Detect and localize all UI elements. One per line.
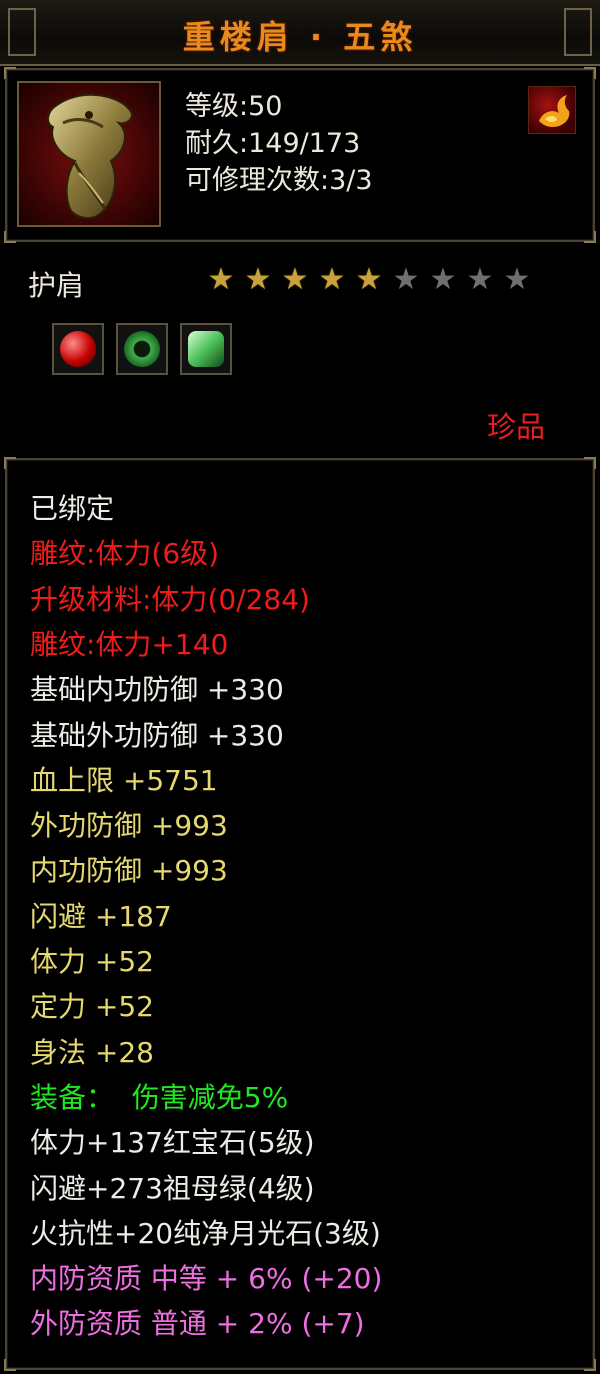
property-line: 闪避+273祖母绿(4级): [30, 1172, 315, 1205]
property-line: 身法 +28: [30, 1036, 154, 1069]
star-filled-icon: ★: [281, 262, 309, 297]
star-filled-icon: ★: [244, 262, 272, 297]
property-line: 基础内功防御 +330: [30, 673, 284, 706]
dragon-shoulder-armor-icon: [17, 81, 161, 227]
property-line: 雕纹:体力+140: [30, 628, 229, 661]
property-line: 闪避 +187: [30, 900, 172, 933]
property-line: 火抗性+20纯净月光石(3级): [30, 1217, 381, 1250]
property-line: 血上限 +5751: [30, 764, 218, 797]
property-line: 已绑定: [30, 492, 115, 525]
rarity-label: 珍品: [487, 410, 546, 444]
property-line: 体力+137红宝石(5级): [30, 1126, 315, 1159]
item-type-label: 护肩: [28, 269, 85, 302]
moonstone-gem-icon[interactable]: [180, 323, 232, 375]
flame-swirl-icon: [528, 86, 576, 134]
corner-ornament: [4, 231, 16, 243]
property-line: 内功防御 +993: [30, 854, 228, 887]
star-empty-icon: ★: [466, 262, 494, 297]
property-line: 体力 +52: [30, 945, 154, 978]
ruby-gem-icon[interactable]: [52, 323, 104, 375]
corner-ornament: [584, 457, 596, 469]
star-rating: ★ ★ ★ ★ ★ ★ ★ ★ ★: [203, 262, 535, 298]
property-line: 外功防御 +993: [30, 809, 228, 842]
corner-ornament: [584, 67, 596, 79]
corner-ornament: [584, 1359, 596, 1371]
star-empty-icon: ★: [503, 262, 531, 297]
property-line: 定力 +52: [30, 990, 154, 1023]
level-stat: 等级:50: [185, 91, 283, 122]
corner-ornament: [584, 231, 596, 243]
property-line: 内防资质 中等 + 6% (+20): [30, 1262, 383, 1295]
item-title: 重楼肩 · 五煞: [182, 18, 418, 56]
property-line: 外防资质 普通 + 2% (+7): [30, 1307, 365, 1340]
property-line: 升级材料:体力(0/284): [30, 583, 310, 616]
corner-ornament: [4, 1359, 16, 1371]
star-empty-icon: ★: [429, 262, 457, 297]
property-line: 基础外功防御 +330: [30, 719, 284, 752]
star-empty-icon: ★: [392, 262, 420, 297]
corner-ornament: [4, 457, 16, 469]
star-filled-icon: ★: [207, 262, 235, 297]
repair-count-stat: 可修理次数:3/3: [185, 165, 373, 196]
emerald-ring-icon[interactable]: [116, 323, 168, 375]
star-filled-icon: ★: [318, 262, 346, 297]
durability-stat: 耐久:149/173: [185, 128, 361, 159]
star-filled-icon: ★: [355, 262, 383, 297]
gem-slots: [52, 323, 232, 375]
title-bar: 重楼肩 · 五煞: [0, 0, 600, 66]
property-line: 装备： 伤害减免5%: [30, 1081, 289, 1114]
property-line: 雕纹:体力(6级): [30, 537, 220, 570]
corner-ornament: [4, 67, 16, 79]
